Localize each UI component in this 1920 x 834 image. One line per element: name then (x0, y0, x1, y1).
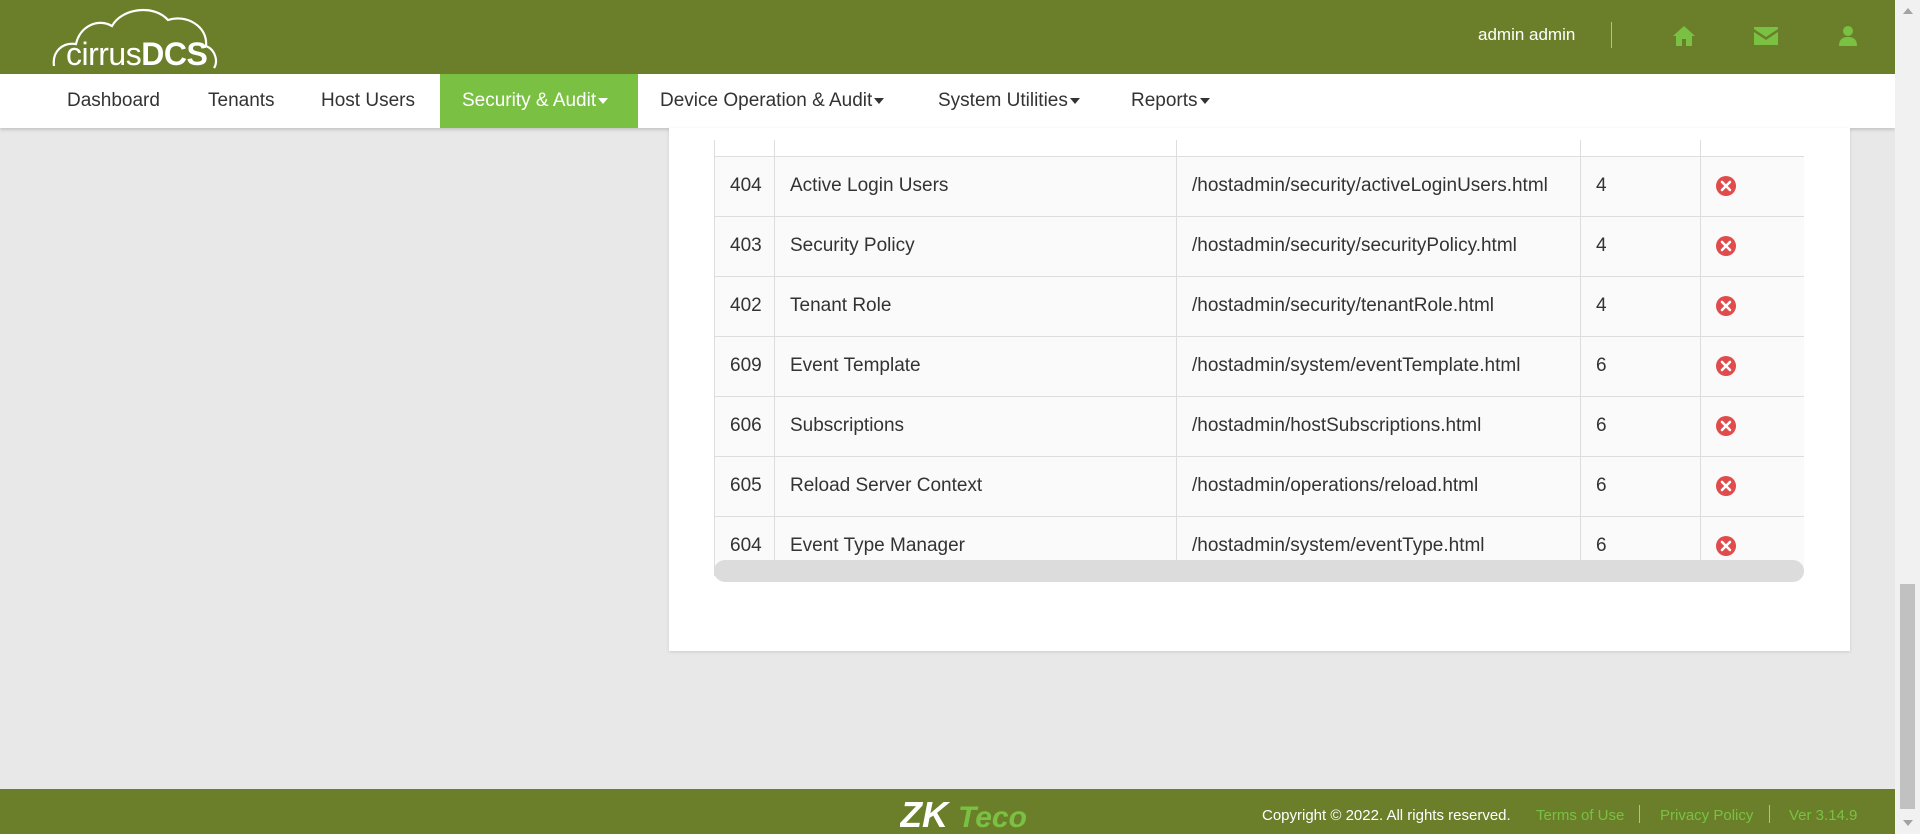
footer-divider (1769, 805, 1770, 823)
chevron-down-icon (1199, 97, 1210, 104)
cell-level: 4 (1580, 155, 1701, 217)
cell-level: 6 (1580, 455, 1701, 517)
version-label: Ver 3.14.9 (1789, 807, 1858, 824)
cell-id: 403 (714, 215, 775, 277)
table-row: 404 Active Login Users /hostadmin/securi… (714, 155, 1804, 217)
remove-circle-icon[interactable] (1715, 535, 1737, 557)
main-nav: Dashboard Tenants Host Users Security & … (0, 74, 1895, 128)
cell-id: 605 (714, 455, 775, 517)
remove-circle-icon[interactable] (1715, 415, 1737, 437)
table-row-partial (714, 140, 1804, 157)
zkteco-logo-accent: Teco (958, 801, 1027, 833)
nav-security-audit-label: Security & Audit (462, 90, 597, 111)
cell-name: Security Policy (774, 215, 1177, 277)
cell-id: 606 (714, 395, 775, 457)
table-row: 609 Event Template /hostadmin/system/eve… (714, 335, 1804, 397)
menu-permissions-table: 404 Active Login Users /hostadmin/securi… (714, 140, 1804, 576)
cell-url: /hostadmin/hostSubscriptions.html (1176, 395, 1581, 457)
nav-system-utilities[interactable]: System Utilities (916, 74, 1102, 128)
remove-circle-icon[interactable] (1715, 235, 1737, 257)
table-row: 402 Tenant Role /hostadmin/security/tena… (714, 275, 1804, 337)
nav-dashboard[interactable]: Dashboard (45, 74, 182, 128)
cell-delete (1700, 275, 1804, 337)
nav-reports-label: Reports (1131, 90, 1198, 111)
cell-delete (1700, 155, 1804, 217)
nav-security-audit[interactable]: Security & Audit (440, 74, 638, 128)
cell-name: Event Template (774, 335, 1177, 397)
table-row: 606 Subscriptions /hostadmin/hostSubscri… (714, 395, 1804, 457)
top-header: cirrusDCS admin admin (0, 0, 1895, 74)
cell-delete (1700, 215, 1804, 277)
remove-circle-icon[interactable] (1715, 175, 1737, 197)
cell-delete (1700, 455, 1804, 517)
nav-reports[interactable]: Reports (1109, 74, 1232, 128)
cell-id: 402 (714, 275, 775, 337)
user-icon[interactable] (1835, 24, 1861, 48)
footer: ZK Teco Copyright © 2022. All rights res… (0, 789, 1895, 834)
cell-level: 4 (1580, 215, 1701, 277)
nav-host-users-label: Host Users (321, 90, 415, 111)
cell-id: 404 (714, 155, 775, 217)
cell-name: Tenant Role (774, 275, 1177, 337)
cell-delete (1700, 395, 1804, 457)
cell-delete (1700, 335, 1804, 397)
nav-dashboard-label: Dashboard (67, 90, 160, 111)
cell-id: 609 (714, 335, 775, 397)
nav-device-operation-audit-label: Device Operation & Audit (660, 90, 873, 111)
vertical-scrollbar[interactable] (1895, 0, 1920, 834)
cell-url: /hostadmin/security/tenantRole.html (1176, 275, 1581, 337)
logo-text: cirrusDCS (66, 36, 208, 73)
cell-url: /hostadmin/system/eventTemplate.html (1176, 335, 1581, 397)
copyright-text: Copyright © 2022. All rights reserved. (1262, 807, 1511, 824)
scroll-down-arrow-icon[interactable] (1903, 820, 1913, 826)
zkteco-logo: ZK Teco (900, 794, 1027, 833)
chevron-down-icon (874, 97, 885, 104)
scroll-up-arrow-icon[interactable] (1903, 8, 1913, 14)
cell-name: Reload Server Context (774, 455, 1177, 517)
envelope-icon[interactable] (1753, 24, 1779, 48)
cell-url: /hostadmin/operations/reload.html (1176, 455, 1581, 517)
cell-name: Subscriptions (774, 395, 1177, 457)
chevron-down-icon (598, 97, 609, 104)
nav-system-utilities-label: System Utilities (938, 90, 1068, 111)
table-container[interactable]: 404 Active Login Users /hostadmin/securi… (714, 140, 1804, 576)
remove-circle-icon[interactable] (1715, 295, 1737, 317)
logo-text-accent: DCS (141, 36, 208, 72)
nav-tenants[interactable]: Tenants (186, 74, 297, 128)
zkteco-logo-main: ZK (900, 794, 951, 833)
cell-level: 6 (1580, 335, 1701, 397)
nav-host-users[interactable]: Host Users (299, 74, 437, 128)
terms-of-use-link[interactable]: Terms of Use (1536, 807, 1624, 824)
remove-circle-icon[interactable] (1715, 355, 1737, 377)
privacy-policy-link[interactable]: Privacy Policy (1660, 807, 1753, 824)
table-row: 605 Reload Server Context /hostadmin/ope… (714, 455, 1804, 517)
user-name[interactable]: admin admin (1478, 25, 1575, 45)
chevron-down-icon (1069, 97, 1080, 104)
cell-level: 4 (1580, 275, 1701, 337)
home-icon[interactable] (1671, 24, 1697, 48)
footer-divider (1639, 805, 1640, 823)
nav-tenants-label: Tenants (208, 90, 275, 111)
content-panel: 404 Active Login Users /hostadmin/securi… (669, 128, 1850, 651)
logo-text-main: cirrus (66, 36, 142, 72)
horizontal-scrollbar[interactable] (714, 560, 1804, 582)
nav-device-operation-audit[interactable]: Device Operation & Audit (638, 74, 906, 128)
scrollbar-thumb[interactable] (1900, 584, 1915, 809)
remove-circle-icon[interactable] (1715, 475, 1737, 497)
header-divider (1611, 22, 1612, 48)
table-row: 403 Security Policy /hostadmin/security/… (714, 215, 1804, 277)
cell-name: Active Login Users (774, 155, 1177, 217)
cell-url: /hostadmin/security/securityPolicy.html (1176, 215, 1581, 277)
cell-level: 6 (1580, 395, 1701, 457)
cell-url: /hostadmin/security/activeLoginUsers.htm… (1176, 155, 1581, 217)
cirrus-dcs-logo[interactable]: cirrusDCS (50, 4, 220, 72)
